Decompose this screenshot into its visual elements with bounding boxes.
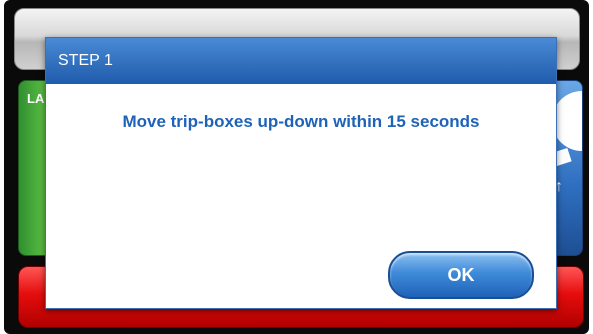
dialog-title: STEP 1: [46, 38, 556, 84]
left-panel-label: LA: [27, 91, 45, 106]
step-dialog: STEP 1 Move trip-boxes up-down within 15…: [45, 37, 557, 309]
dialog-message: Move trip-boxes up-down within 15 second…: [122, 112, 480, 131]
ok-button[interactable]: OK: [388, 251, 534, 299]
